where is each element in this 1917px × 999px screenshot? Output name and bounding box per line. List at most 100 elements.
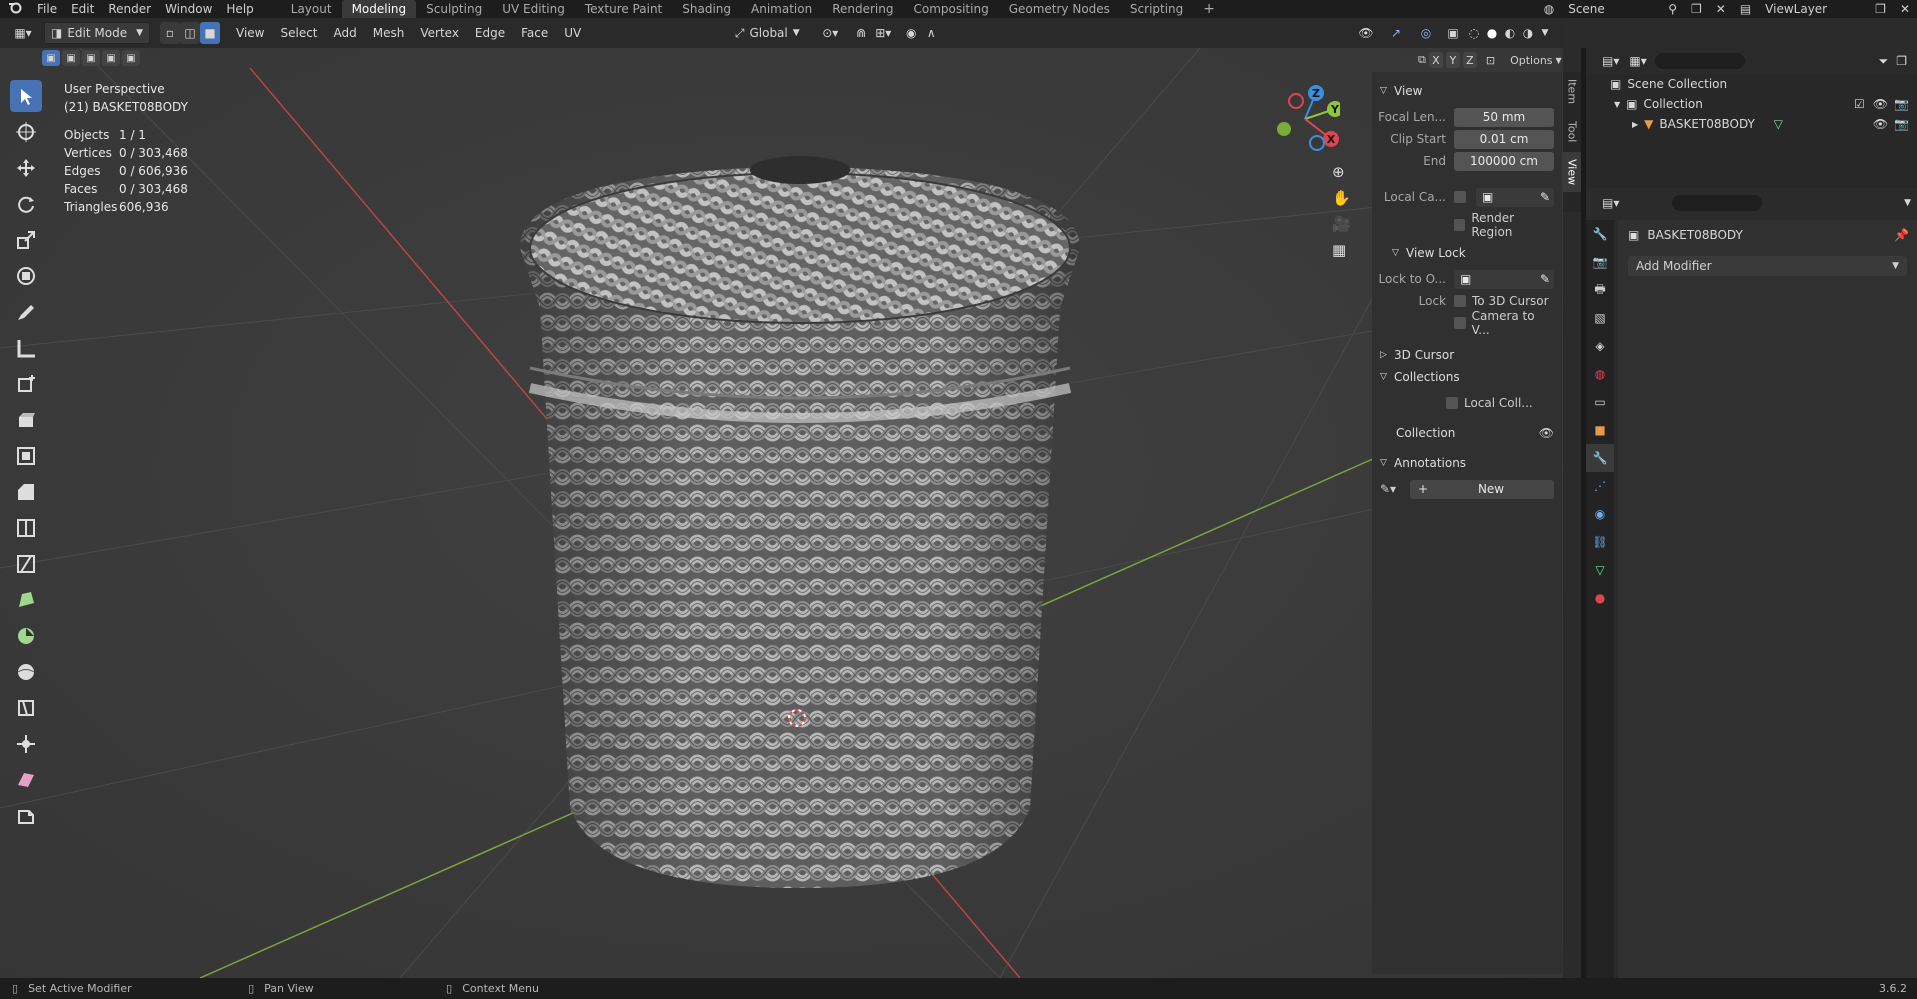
overlay-toggle-icon[interactable]: ◎ (1411, 22, 1441, 44)
add-cube-tool-icon[interactable] (10, 368, 42, 400)
scale-tool-icon[interactable] (10, 224, 42, 256)
tree-row-collection[interactable]: ▼ ▣ Collection ☑ 👁 📷 (1586, 94, 1917, 114)
pin-icon[interactable]: ⚲ (1661, 0, 1684, 18)
options-dropdown[interactable]: Options (1510, 54, 1552, 67)
tab-animation[interactable]: Animation (741, 0, 822, 18)
viewlayer-icon[interactable]: ▤ (1733, 0, 1758, 18)
shrink-fatten-tool-icon[interactable] (10, 728, 42, 760)
view-layer-icon[interactable]: ▧ (1586, 304, 1614, 332)
cursor-tool-icon[interactable] (10, 116, 42, 148)
view-lock-section-header[interactable]: ▽ View Lock (1372, 242, 1562, 264)
tab-rendering[interactable]: Rendering (822, 0, 903, 18)
clip-start-field[interactable]: 0.01 cm (1454, 129, 1554, 149)
collection-icon[interactable]: ▭ (1586, 388, 1614, 416)
falloff-icon[interactable]: ∧ (921, 22, 941, 44)
wireframe-shading-icon[interactable]: ◌ (1465, 22, 1483, 44)
filter-icon[interactable]: ⏷ (1879, 54, 1889, 69)
snap-target-icon[interactable]: ⊞▾ (871, 22, 895, 44)
modifier-icon[interactable]: 🔧 (1586, 444, 1614, 472)
menu-window[interactable]: Window (158, 0, 219, 18)
new-viewlayer-icon[interactable]: ❐ (1868, 0, 1893, 18)
xray-toggle-icon[interactable]: ▣ (1441, 22, 1465, 44)
properties-search-input[interactable] (1672, 195, 1763, 211)
annotation-icon[interactable]: ✎▾ (1380, 482, 1410, 496)
menu-edge[interactable]: Edge (467, 22, 513, 44)
menu-add[interactable]: Add (326, 22, 365, 44)
tree-row-scene-collection[interactable]: ▣ Scene Collection (1586, 74, 1917, 94)
camera-to-view-checkbox[interactable] (1454, 317, 1466, 329)
object-icon[interactable]: ■ (1586, 416, 1614, 444)
tab-view[interactable]: View (1563, 152, 1581, 192)
tab-layout[interactable]: Layout (281, 0, 342, 18)
select-new-icon[interactable]: ▣ (42, 50, 60, 66)
neg-z-axis-icon[interactable] (1309, 135, 1325, 151)
scene-icon[interactable]: ◈ (1586, 332, 1614, 360)
select-intersect-icon[interactable]: ▣ (122, 50, 140, 66)
knife-tool-icon[interactable] (10, 548, 42, 580)
camera-view-icon[interactable]: 🎥 (1332, 215, 1351, 233)
snap-icon[interactable]: ⋒ (851, 22, 871, 44)
menu-edit[interactable]: Edit (64, 0, 101, 18)
menu-help[interactable]: Help (219, 0, 260, 18)
bevel-tool-icon[interactable] (10, 476, 42, 508)
collections-section-header[interactable]: ▽ Collections (1372, 366, 1562, 388)
world-icon[interactable]: ◍ (1586, 360, 1614, 388)
mesh-data-icon[interactable]: ▽ (1774, 117, 1783, 131)
eyedropper-icon[interactable]: ✎ (1540, 188, 1554, 207)
new-annotation-button[interactable]: + New (1410, 479, 1554, 499)
constraints-icon[interactable]: ⛓ (1586, 528, 1614, 556)
menu-uv[interactable]: UV (556, 22, 589, 44)
3d-viewport[interactable]: Z Y X ⊕ ✋ 🎥 ▦ ⧉ X Y Z ⊡ Options ▼ (0, 48, 1563, 978)
extrude-tool-icon[interactable] (10, 404, 42, 436)
annotations-section-header[interactable]: ▽ Annotations (1372, 452, 1562, 474)
tab-compositing[interactable]: Compositing (903, 0, 998, 18)
edge-slide-tool-icon[interactable] (10, 692, 42, 724)
pivot-point-icon[interactable]: ⊙▾ (815, 22, 845, 44)
tab-modeling[interactable]: Modeling (341, 0, 417, 18)
mirror-y-toggle[interactable]: Y (1445, 52, 1460, 68)
camera-icon[interactable]: 📷 (1894, 97, 1909, 111)
scene-selector[interactable]: Scene (1561, 0, 1661, 18)
rotate-tool-icon[interactable] (10, 188, 42, 220)
neg-x-axis-icon[interactable] (1288, 93, 1304, 109)
material-shading-icon[interactable]: ◐ (1501, 22, 1519, 44)
menu-vertex[interactable]: Vertex (412, 22, 467, 44)
tab-item[interactable]: Item (1563, 72, 1581, 112)
menu-render[interactable]: Render (101, 0, 158, 18)
focal-length-field[interactable]: 50 mm (1454, 107, 1554, 127)
add-modifier-dropdown[interactable]: Add Modifier ▼ (1628, 256, 1907, 276)
shading-options-icon[interactable]: ▼ (1537, 22, 1553, 44)
new-collection-icon[interactable]: ❐ (1896, 54, 1907, 68)
pan-hand-icon[interactable]: ✋ (1332, 189, 1351, 207)
basket-mesh[interactable] (520, 156, 1080, 888)
menu-mesh[interactable]: Mesh (365, 22, 413, 44)
mirror-icon[interactable]: ⧉ (1418, 53, 1426, 67)
tab-sculpting[interactable]: Sculpting (416, 0, 492, 18)
select-subtract-icon[interactable]: ▣ (82, 50, 100, 66)
menu-select[interactable]: Select (272, 22, 325, 44)
eyedropper-icon[interactable]: ✎ (1540, 270, 1554, 289)
transform-tool-icon[interactable] (10, 260, 42, 292)
rendered-shading-icon[interactable]: ◑ (1519, 22, 1537, 44)
transform-orientation-dropdown[interactable]: ⤢ Global ▼ (727, 22, 807, 44)
object-data-icon[interactable]: ▽ (1586, 556, 1614, 584)
camera-icon[interactable]: 📷 (1894, 117, 1909, 131)
delete-viewlayer-icon[interactable]: ✕ (1893, 0, 1917, 18)
visibility-icon[interactable]: 👁 (1351, 22, 1381, 44)
mirror-x-toggle[interactable]: X (1428, 52, 1443, 68)
view-section-header[interactable]: ▽ View (1372, 80, 1562, 102)
move-tool-icon[interactable] (10, 152, 42, 184)
auto-merge-icon[interactable]: ⊡ (1486, 54, 1495, 67)
mode-selector[interactable]: ◨ Edit Mode ▼ (44, 22, 150, 44)
shear-tool-icon[interactable] (10, 764, 42, 796)
lock-to-object-field[interactable]: ▣ ✎ (1454, 269, 1554, 289)
tab-texture-paint[interactable]: Texture Paint (575, 0, 672, 18)
eye-icon[interactable]: 👁 (1873, 97, 1888, 111)
eye-icon[interactable]: 👁 (1873, 117, 1888, 131)
new-scene-icon[interactable]: ❐ (1684, 0, 1709, 18)
display-mode-icon[interactable]: ▦▾ (1629, 54, 1646, 68)
editor-type-icon[interactable]: ▦▾ (6, 22, 40, 44)
smooth-tool-icon[interactable] (10, 656, 42, 688)
select-invert-icon[interactable]: ▣ (102, 50, 120, 66)
measure-tool-icon[interactable] (10, 332, 42, 364)
